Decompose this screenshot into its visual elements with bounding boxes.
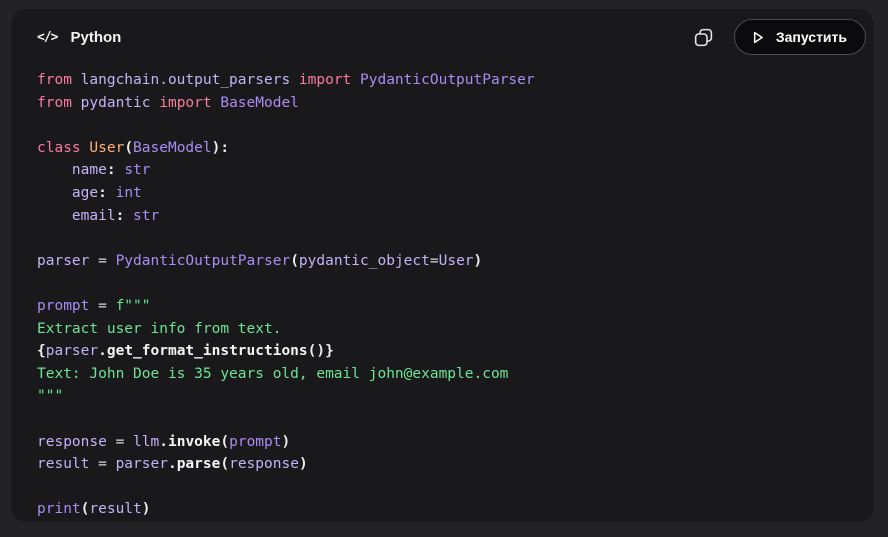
code-token: llm	[133, 433, 160, 450]
code-token: (	[290, 252, 299, 269]
code-token: class	[37, 139, 90, 156]
code-token: parser	[37, 252, 99, 269]
code-line: result = parser.parse(response)	[37, 453, 848, 476]
language-title: Python	[70, 28, 122, 46]
code-card: </> Python Запустить from langchain.outp…	[10, 8, 875, 523]
code-token: .	[167, 456, 177, 473]
code-token: =	[98, 252, 116, 269]
code-token: str	[133, 207, 160, 224]
code-icon: </>	[37, 29, 59, 45]
code-token: )	[141, 501, 151, 518]
code-token: prompt	[229, 433, 282, 450]
code-token: import	[298, 72, 361, 88]
code-token: prompt	[37, 297, 99, 314]
code-token: ()}	[307, 343, 334, 360]
code-line: Extract user info from text.	[37, 318, 848, 341]
code-line: Text: John Doe is 35 years old, email jo…	[37, 363, 848, 386]
code-token: =	[98, 456, 116, 473]
card-header: </> Python Запустить	[11, 9, 874, 57]
code-line: email: str	[37, 205, 848, 228]
code-token: =	[429, 252, 439, 269]
code-token: langchain.output_parsers	[80, 72, 299, 88]
page-background: </> Python Запустить from langchain.outp…	[0, 0, 888, 537]
code-token: import	[159, 94, 221, 111]
play-icon	[753, 31, 763, 43]
code-line: from pydantic import BaseModel	[37, 92, 848, 115]
code-line: prompt = f"""	[37, 295, 848, 318]
code-token: PydanticOutputParser	[115, 252, 291, 269]
code-token: get_format_instructions	[106, 343, 308, 360]
code-token: PydanticOutputParser	[360, 72, 535, 88]
code-token: f"""	[115, 297, 151, 314]
code-token: (	[220, 456, 230, 473]
code-token: :	[98, 184, 116, 201]
code-token: User	[438, 252, 474, 269]
code-line: from langchain.output_parsers import Pyd…	[37, 69, 848, 92]
code-token: =	[115, 433, 134, 450]
code-token: invoke	[167, 433, 221, 450]
code-token: :	[106, 162, 125, 179]
code-line: age: int	[37, 182, 848, 205]
header-actions: Запустить	[689, 19, 866, 55]
code-token: .	[98, 343, 107, 360]
code-token: User	[89, 139, 125, 156]
copy-icon	[694, 28, 712, 46]
code-token: pydantic	[80, 94, 160, 111]
run-button[interactable]: Запустить	[733, 19, 866, 55]
code-token: parser	[45, 343, 99, 360]
code-line: class User(BaseModel):	[37, 137, 848, 160]
code-token: ):	[211, 139, 230, 156]
code-line: name: str	[37, 159, 848, 182]
header-left: </> Python	[37, 29, 121, 46]
copy-button[interactable]	[689, 23, 718, 52]
code-token: Extract user info from text.	[37, 320, 282, 337]
code-token: {	[37, 343, 46, 360]
code-token: Text: John Doe is 35 years old, email jo…	[37, 365, 509, 382]
code-token: name	[71, 162, 107, 179]
code-token: =	[98, 297, 116, 314]
code-token: :	[115, 207, 134, 224]
code-line: """	[37, 385, 848, 408]
code-token: response	[229, 456, 299, 473]
code-token: result	[89, 501, 142, 518]
code-token: parse	[176, 456, 221, 473]
code-token: response	[37, 433, 116, 450]
code-token: BaseModel	[220, 94, 299, 111]
code-token: age	[71, 184, 99, 201]
code-line: parser = PydanticOutputParser(pydantic_o…	[37, 250, 848, 273]
code-token: (	[124, 139, 134, 156]
code-token: )	[281, 433, 291, 450]
code-line: response = llm.invoke(prompt)	[37, 431, 848, 454]
code-token: email	[71, 207, 116, 224]
code-token: parser	[115, 456, 168, 473]
code-token: print	[37, 501, 81, 518]
code-line: print(result)	[37, 498, 848, 521]
code-token: )	[473, 252, 483, 269]
code-token: from	[37, 94, 81, 111]
code-line: {parser.get_format_instructions()}	[37, 340, 848, 363]
code-token: str	[124, 162, 151, 179]
run-button-label: Запустить	[775, 29, 847, 45]
code-token: result	[37, 456, 99, 473]
code-token: from	[37, 72, 81, 88]
code-token: pydantic_object	[298, 252, 430, 269]
code-token: )	[298, 456, 308, 473]
code-token: int	[115, 184, 142, 201]
code-token: """	[37, 388, 64, 405]
code-token: (	[220, 433, 230, 450]
code-token: .	[159, 433, 168, 450]
code-token: BaseModel	[133, 139, 212, 156]
code-block: from langchain.output_parsers import Pyd…	[11, 57, 874, 521]
